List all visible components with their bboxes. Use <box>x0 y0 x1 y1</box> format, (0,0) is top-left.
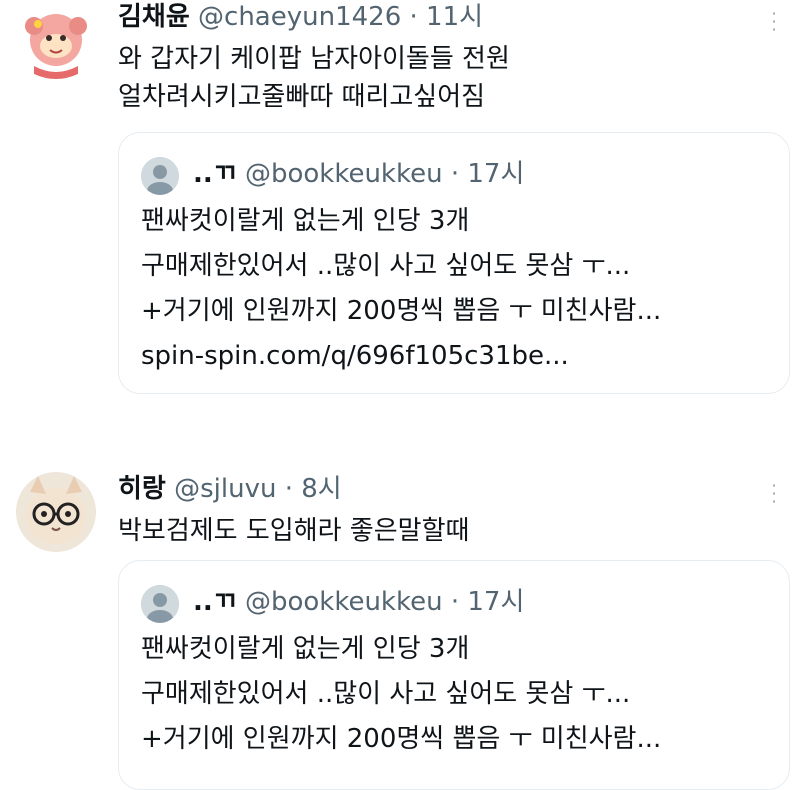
quoted-link[interactable]: spin-spin.com/q/696f105c31be... <box>141 334 661 379</box>
tweet-header: 히랑 @sjluvu · 8시 <box>118 472 342 506</box>
quoted-text-line: 구매제한있어서 ..많이 사고 싶어도 못삼 ㅜ... <box>141 251 631 281</box>
quoted-text-line: 팬싸컷이랄게 없는게 인당 3개 <box>141 206 470 236</box>
quoted-tweet-header: ..ㄲ @bookkeukkeu · 17시 <box>193 157 524 191</box>
tweet-text: 박보검제도 도입해라 좋은말할때 <box>118 512 469 550</box>
quoted-tweet-header: ..ㄲ @bookkeukkeu · 17시 <box>193 585 524 619</box>
quoted-tweet-text: 팬싸컷이랄게 없는게 인당 3개 구매제한있어서 ..많이 사고 싶어도 못삼 … <box>141 199 661 379</box>
tweet-text: 와 갑자기 케이팝 남자아이돌들 전원 얼차려시키고줄빠따 때리고싶어짐 <box>118 40 510 116</box>
separator-dot: · <box>450 587 460 617</box>
tweet[interactable]: 김채윤 @chaeyun1426 · 11시 · · · 와 갑자기 케이팝 남자아… <box>0 0 800 420</box>
quoted-text-line: 팬싸컷이랄게 없는게 인당 3개 <box>141 634 470 664</box>
avatar[interactable] <box>16 472 96 552</box>
quoted-user-handle[interactable]: @bookkeukkeu <box>245 159 443 189</box>
user-handle[interactable]: @chaeyun1426 <box>198 2 401 32</box>
separator-dot: · <box>450 159 460 189</box>
quoted-display-name[interactable]: ..ㄲ <box>193 587 237 617</box>
quoted-display-name[interactable]: ..ㄲ <box>193 159 237 189</box>
default-avatar-icon[interactable] <box>141 585 179 623</box>
quoted-text-line: +거기에 인원까지 200명씩 뽑음 ㅜ 미친사람... <box>141 296 662 326</box>
quoted-tweet[interactable]: ..ㄲ @bookkeukkeu · 17시 팬싸컷이랄게 없는게 인당 3개 … <box>118 132 790 394</box>
timestamp[interactable]: 11시 <box>426 2 483 32</box>
default-avatar-icon[interactable] <box>141 157 179 195</box>
quoted-timestamp[interactable]: 17시 <box>467 587 524 617</box>
quoted-tweet[interactable]: ..ㄲ @bookkeukkeu · 17시 팬싸컷이랄게 없는게 인당 3개 … <box>118 560 790 790</box>
user-handle[interactable]: @sjluvu <box>174 474 276 504</box>
timestamp[interactable]: 8시 <box>301 474 341 504</box>
tweet-text-line: 와 갑자기 케이팝 남자아이돌들 전원 <box>118 44 510 74</box>
avatar[interactable] <box>16 4 96 84</box>
separator-dot: · <box>284 474 293 504</box>
more-options-icon[interactable]: · · · <box>764 6 784 38</box>
display-name[interactable]: 김채윤 <box>118 2 190 32</box>
quoted-text-line: 구매제한있어서 ..많이 사고 싶어도 못삼 ㅜ... <box>141 679 631 709</box>
quoted-text-line: +거기에 인원까지 200명씩 뽑음 ㅜ 미친사람... <box>141 724 662 754</box>
display-name[interactable]: 히랑 <box>118 474 166 504</box>
quoted-user-handle[interactable]: @bookkeukkeu <box>245 587 443 617</box>
tweet-text-line: 박보검제도 도입해라 좋은말할때 <box>118 516 470 546</box>
tweet[interactable]: 히랑 @sjluvu · 8시 · · · 박보검제도 도입해라 좋은말할때 ..ㄲ… <box>0 460 800 790</box>
more-options-icon[interactable]: · · · <box>764 478 784 510</box>
quoted-timestamp[interactable]: 17시 <box>467 159 524 189</box>
quoted-tweet-text: 팬싸컷이랄게 없는게 인당 3개 구매제한있어서 ..많이 사고 싶어도 못삼 … <box>141 627 661 762</box>
tweet-header: 김채윤 @chaeyun1426 · 11시 <box>118 0 483 34</box>
tweet-text-line: 얼차려시키고줄빠따 때리고싶어짐 <box>118 82 486 112</box>
separator-dot: · <box>409 2 418 32</box>
